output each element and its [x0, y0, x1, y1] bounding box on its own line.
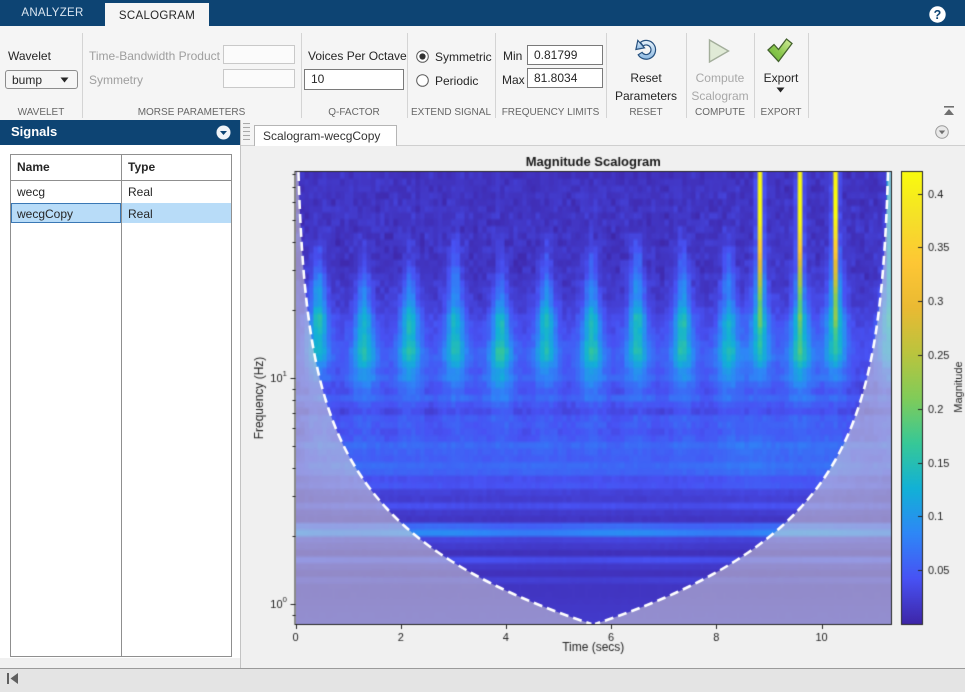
svg-text:?: ?: [934, 8, 942, 22]
